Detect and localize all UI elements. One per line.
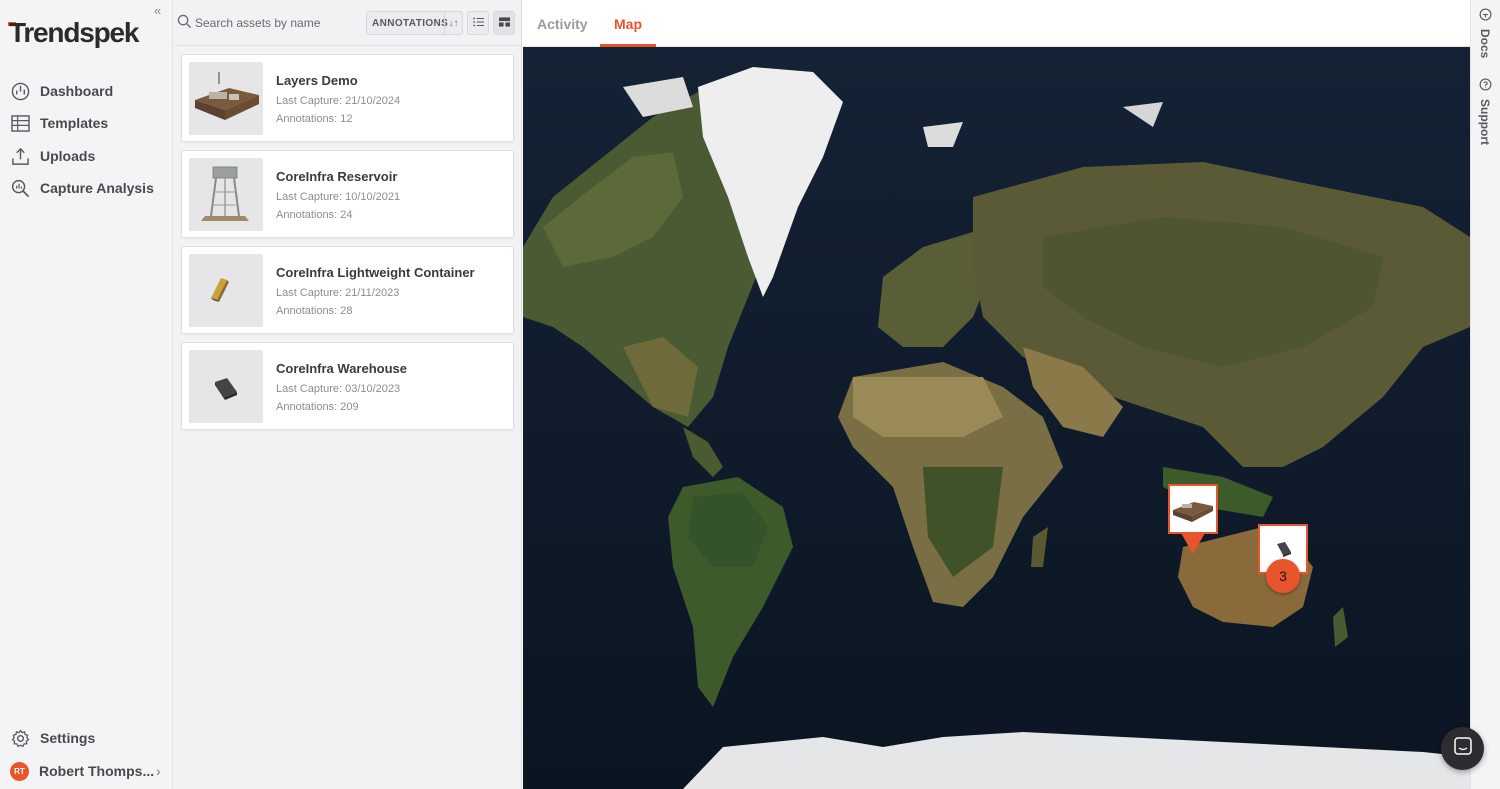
list-icon (472, 14, 484, 32)
sidebar-item-label: Dashboard (40, 83, 114, 99)
asset-annotations: Annotations: 12 (276, 113, 353, 125)
avatar: RT (10, 761, 29, 781)
asset-card-coreinfra-reservoir[interactable]: CoreInfra Reservoir Last Capture: 10/10/… (181, 150, 514, 238)
asset-name: CoreInfra Lightweight Container (276, 265, 475, 280)
asset-last-capture: Last Capture: 10/10/2021 (276, 191, 401, 203)
asset-name: CoreInfra Reservoir (276, 169, 398, 184)
support-link[interactable]: Support (1478, 78, 1492, 145)
sidebar-item-label: Settings (40, 730, 96, 746)
card-view-button[interactable] (493, 11, 515, 35)
asset-annotations: Annotations: 209 (276, 401, 359, 413)
asset-annotations: Annotations: 24 (276, 209, 353, 221)
help-icon (1479, 78, 1492, 96)
gear-icon (10, 728, 30, 748)
right-rail: Docs Support (1470, 0, 1500, 789)
asset-last-capture: Last Capture: 03/10/2023 (276, 383, 401, 395)
sidebar-item-templates[interactable]: Templates (10, 111, 108, 135)
asset-thumbnail (189, 62, 263, 135)
asset-last-capture: Last Capture: 21/10/2024 (276, 95, 401, 107)
sidebar-item-label: Templates (40, 115, 109, 131)
asset-card-layers-demo[interactable]: Layers Demo Last Capture: 21/10/2024 Ann… (181, 54, 514, 142)
asset-thumbnail (189, 350, 263, 423)
upload-icon (10, 146, 30, 166)
docs-link[interactable]: Docs (1478, 8, 1492, 58)
support-label: Support (1478, 99, 1492, 145)
map-marker-layers-demo[interactable] (1168, 484, 1218, 561)
main-content: Activity Map 3 (523, 0, 1470, 789)
asset-thumbnail (189, 254, 263, 327)
tab-map[interactable]: Map (614, 16, 642, 32)
search-bar: ANNOTATIONS ↓↑ (173, 0, 522, 46)
card-view-icon (498, 14, 510, 32)
sidebar-item-uploads[interactable]: Uploads (10, 144, 95, 168)
chevron-right-icon[interactable]: › (156, 763, 161, 779)
user-name: Robert Thomps... (39, 763, 155, 779)
docs-label: Docs (1478, 29, 1492, 59)
search-input[interactable] (195, 12, 365, 34)
asset-name: CoreInfra Warehouse (276, 361, 407, 376)
sidebar-item-label: Capture Analysis (40, 180, 154, 196)
sort-button[interactable]: ANNOTATIONS ↓↑ (366, 11, 463, 35)
list-view-button[interactable] (467, 11, 489, 35)
table-icon (10, 113, 30, 133)
tab-bar: Activity Map (523, 0, 1470, 47)
dashboard-icon (10, 81, 30, 101)
sidebar-item-label: Uploads (40, 148, 96, 164)
collapse-sidebar-icon[interactable]: « (154, 3, 161, 18)
chat-launcher-button[interactable] (1441, 727, 1484, 770)
sort-direction-icon[interactable]: ↓↑ (444, 12, 462, 34)
sidebar: Trendspek « Dashboard Templates Uploads … (0, 0, 173, 789)
sort-label: ANNOTATIONS (372, 17, 449, 29)
brand-logo: Trendspek (9, 17, 139, 48)
search-icon (177, 14, 192, 34)
world-map[interactable]: 3 (523, 47, 1470, 789)
satellite-map-image (523, 47, 1470, 789)
map-cluster-badge[interactable]: 3 (1266, 559, 1300, 593)
user-menu[interactable]: RT Robert Thomps... (10, 759, 154, 783)
asset-card-coreinfra-lightweight-container[interactable]: CoreInfra Lightweight Container Last Cap… (181, 246, 514, 334)
asset-panel: ANNOTATIONS ↓↑ Layers Demo Last Capture:… (173, 0, 522, 789)
asset-thumbnail (189, 158, 263, 231)
asset-name: Layers Demo (276, 73, 358, 88)
info-icon (1479, 8, 1492, 26)
sidebar-item-capture-analysis[interactable]: Capture Analysis (10, 176, 154, 200)
asset-annotations: Annotations: 28 (276, 305, 353, 317)
tab-activity[interactable]: Activity (537, 16, 588, 32)
sidebar-item-settings[interactable]: Settings (10, 726, 95, 750)
asset-last-capture: Last Capture: 21/11/2023 (276, 287, 400, 299)
analysis-icon (10, 178, 30, 198)
chat-icon (1453, 737, 1472, 760)
asset-card-coreinfra-warehouse[interactable]: CoreInfra Warehouse Last Capture: 03/10/… (181, 342, 514, 430)
sidebar-item-dashboard[interactable]: Dashboard (10, 79, 113, 103)
